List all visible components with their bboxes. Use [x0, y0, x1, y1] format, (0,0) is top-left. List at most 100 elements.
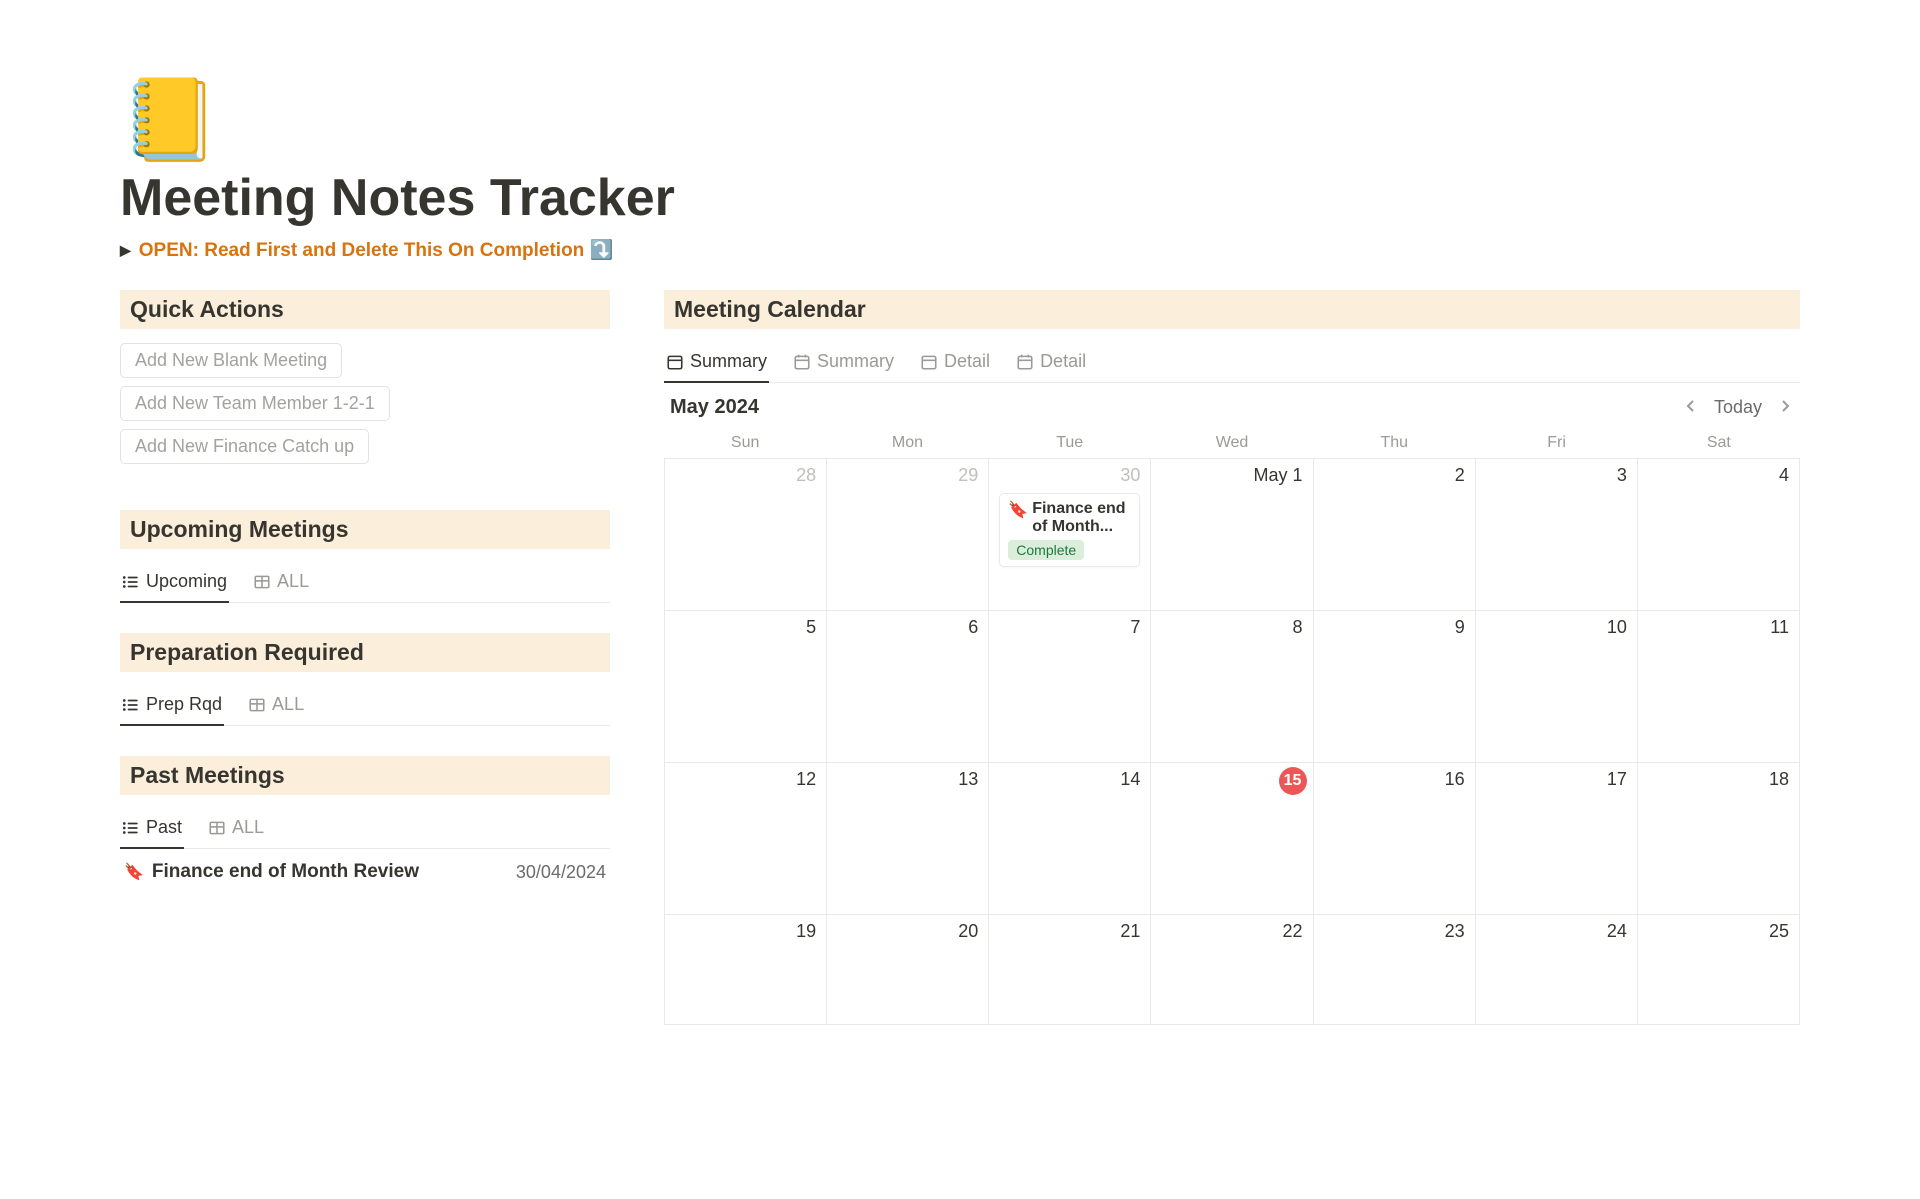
tab-upcoming[interactable]: Upcoming	[120, 563, 229, 602]
bookmark-icon: 🔖	[124, 862, 144, 882]
calendar-today-button[interactable]: Today	[1714, 397, 1762, 418]
calendar-day-number: 6	[968, 617, 978, 638]
calendar-cell[interactable]: 14	[989, 763, 1151, 915]
tab-label: Prep Rqd	[146, 694, 222, 715]
tab-label: ALL	[272, 694, 304, 715]
calendar-day-number: 28	[796, 465, 816, 486]
tab-upcoming-all[interactable]: ALL	[251, 563, 311, 602]
tab-label: ALL	[232, 817, 264, 838]
section-quick-actions: Quick Actions	[120, 290, 610, 329]
calendar-icon	[920, 353, 938, 371]
calendar-day-number: 23	[1445, 921, 1465, 942]
page-icon[interactable]: 📒	[120, 80, 1800, 160]
calendar-icon	[793, 353, 811, 371]
calendar-event-card[interactable]: 🔖Finance end of Month... Complete	[999, 493, 1140, 567]
calendar-day-number: 25	[1769, 921, 1789, 942]
calendar-day-number: 7	[1130, 617, 1140, 638]
calendar-dow: Thu	[1313, 428, 1475, 458]
calendar-cell[interactable]: May 1	[1151, 459, 1313, 611]
calendar-day-number: 19	[796, 921, 816, 942]
section-past: Past Meetings	[120, 756, 610, 795]
tab-cal-summary-1[interactable]: Summary	[664, 343, 769, 382]
calendar-day-number: May 1	[1254, 465, 1303, 486]
calendar-icon	[1016, 353, 1034, 371]
calendar-cell[interactable]: 24	[1476, 915, 1638, 1025]
list-icon	[122, 696, 140, 714]
calendar-day-number: 13	[958, 769, 978, 790]
calendar-cell[interactable]: 23	[1314, 915, 1476, 1025]
calendar-dow: Sat	[1638, 428, 1800, 458]
add-finance-catchup-button[interactable]: Add New Finance Catch up	[120, 429, 369, 464]
section-upcoming: Upcoming Meetings	[120, 510, 610, 549]
add-blank-meeting-button[interactable]: Add New Blank Meeting	[120, 343, 342, 378]
calendar-day-number: 3	[1617, 465, 1627, 486]
list-icon	[122, 573, 140, 591]
calendar-dow: Mon	[826, 428, 988, 458]
add-team-121-button[interactable]: Add New Team Member 1-2-1	[120, 386, 390, 421]
calendar-cell[interactable]: 3	[1476, 459, 1638, 611]
tab-cal-summary-2[interactable]: Summary	[791, 343, 896, 382]
calendar-cell[interactable]: 28	[665, 459, 827, 611]
calendar-day-number: 5	[806, 617, 816, 638]
table-icon	[248, 696, 266, 714]
calendar-cell[interactable]: 30🔖Finance end of Month...Complete	[989, 459, 1151, 611]
callout-toggle[interactable]: ▶ OPEN: Read First and Delete This On Co…	[120, 238, 1800, 262]
callout-text: OPEN: Read First and Delete This On Comp…	[139, 238, 613, 262]
calendar-cell[interactable]: 7	[989, 611, 1151, 763]
calendar-day-number: 18	[1769, 769, 1789, 790]
calendar-cell[interactable]: 4	[1638, 459, 1800, 611]
calendar-cell[interactable]: 20	[827, 915, 989, 1025]
calendar-cell[interactable]: 18	[1638, 763, 1800, 915]
calendar-cell[interactable]: 8	[1151, 611, 1313, 763]
calendar-cell[interactable]: 29	[827, 459, 989, 611]
calendar-cell[interactable]: 9	[1314, 611, 1476, 763]
calendar-dow: Wed	[1151, 428, 1313, 458]
calendar-cell[interactable]: 10	[1476, 611, 1638, 763]
event-title: Finance end of Month...	[1032, 500, 1131, 536]
calendar-cell[interactable]: 19	[665, 915, 827, 1025]
tab-label: Detail	[944, 351, 990, 372]
calendar-next-button[interactable]	[1776, 393, 1794, 422]
calendar-dow: Sun	[664, 428, 826, 458]
calendar-cell[interactable]: 16	[1314, 763, 1476, 915]
past-meeting-date: 30/04/2024	[516, 862, 606, 883]
tab-prep-all[interactable]: ALL	[246, 686, 306, 725]
calendar-day-number: 17	[1607, 769, 1627, 790]
calendar-day-number: 22	[1283, 921, 1303, 942]
tab-label: Upcoming	[146, 571, 227, 592]
calendar-cell[interactable]: 13	[827, 763, 989, 915]
calendar-day-number: 11	[1770, 617, 1789, 638]
calendar-day-number: 15	[1279, 767, 1307, 795]
calendar-cell[interactable]: 11	[1638, 611, 1800, 763]
page-title: Meeting Notes Tracker	[120, 168, 1800, 228]
calendar-day-number: 2	[1455, 465, 1465, 486]
tab-past-all[interactable]: ALL	[206, 809, 266, 848]
calendar-day-number: 8	[1293, 617, 1303, 638]
calendar-cell[interactable]: 6	[827, 611, 989, 763]
calendar-month-label: May 2024	[670, 396, 759, 419]
toggle-triangle-icon: ▶	[120, 242, 131, 259]
calendar-cell[interactable]: 12	[665, 763, 827, 915]
calendar-cell[interactable]: 5	[665, 611, 827, 763]
calendar-day-number: 12	[796, 769, 816, 790]
tab-label: ALL	[277, 571, 309, 592]
calendar-prev-button[interactable]	[1682, 393, 1700, 422]
calendar-cell[interactable]: 22	[1151, 915, 1313, 1025]
tab-label: Summary	[690, 351, 767, 372]
calendar-day-number: 16	[1445, 769, 1465, 790]
calendar-cell[interactable]: 21	[989, 915, 1151, 1025]
calendar-day-number: 24	[1607, 921, 1627, 942]
tab-past[interactable]: Past	[120, 809, 184, 848]
bookmark-icon: 🔖	[1008, 500, 1028, 536]
calendar-cell[interactable]: 15	[1151, 763, 1313, 915]
tab-label: Past	[146, 817, 182, 838]
list-icon	[122, 819, 140, 837]
tab-prep[interactable]: Prep Rqd	[120, 686, 224, 725]
event-status-tag: Complete	[1008, 540, 1084, 560]
calendar-cell[interactable]: 25	[1638, 915, 1800, 1025]
calendar-cell[interactable]: 2	[1314, 459, 1476, 611]
tab-cal-detail-1[interactable]: Detail	[918, 343, 992, 382]
past-meeting-row[interactable]: 🔖Finance end of Month Review30/04/2024	[120, 849, 610, 895]
calendar-cell[interactable]: 17	[1476, 763, 1638, 915]
tab-cal-detail-2[interactable]: Detail	[1014, 343, 1088, 382]
